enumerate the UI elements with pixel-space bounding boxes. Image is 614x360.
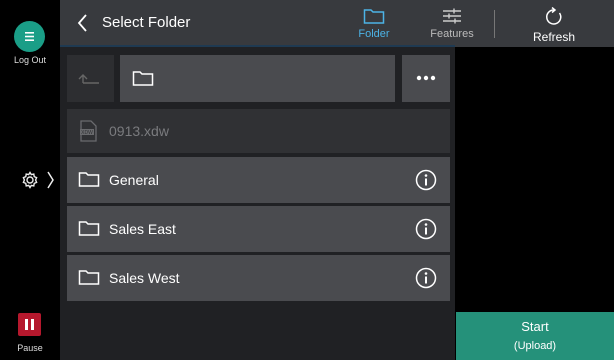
folder-row-sales-east[interactable]: Sales East	[67, 206, 450, 252]
info-icon[interactable]	[415, 267, 437, 289]
logout-button[interactable]	[14, 21, 45, 52]
folder-row-sales-west[interactable]: Sales West	[67, 255, 450, 301]
header-divider	[494, 10, 495, 38]
menu-icon	[25, 32, 34, 41]
tab-features[interactable]: Features	[426, 0, 478, 47]
tab-features-label: Features	[430, 28, 474, 40]
file-name: 0913.xdw	[109, 123, 169, 139]
start-sub-label: (Upload)	[513, 340, 557, 352]
info-icon[interactable]	[415, 169, 437, 191]
up-level-button[interactable]	[67, 55, 114, 102]
more-icon	[416, 75, 436, 81]
tab-folder[interactable]: Folder	[351, 0, 397, 47]
refresh-button[interactable]: Refresh	[525, 0, 583, 47]
pause-label: Pause	[17, 343, 43, 353]
folder-name: Sales East	[109, 221, 176, 237]
start-label: Start	[521, 319, 549, 334]
info-icon[interactable]	[415, 218, 437, 240]
gear-icon	[22, 171, 38, 189]
back-button[interactable]	[76, 12, 90, 39]
logout-label: Log Out	[13, 55, 47, 65]
more-options-button[interactable]	[402, 55, 450, 102]
header-bar: Select Folder Folder Features Refresh	[60, 0, 614, 47]
chevron-left-icon	[77, 14, 87, 32]
sliders-icon	[443, 8, 461, 24]
page-title: Select Folder	[102, 14, 191, 31]
system-sidebar: Log Out Pause	[0, 0, 60, 360]
chevron-right-icon	[47, 171, 54, 189]
refresh-label: Refresh	[532, 30, 576, 44]
settings-button[interactable]	[20, 170, 56, 195]
svg-text:XDW: XDW	[81, 130, 93, 136]
pause-icon	[25, 319, 34, 330]
start-button[interactable]: Start (Upload)	[456, 312, 614, 360]
folder-icon	[363, 9, 385, 24]
folder-name: Sales West	[109, 270, 180, 286]
refresh-icon	[546, 7, 562, 25]
folder-icon	[78, 172, 100, 187]
xdw-file-icon: XDW	[80, 120, 97, 142]
folder-icon	[78, 270, 100, 285]
up-arrow-icon	[78, 74, 99, 84]
folder-icon	[78, 221, 100, 236]
file-row: XDW 0913.xdw	[67, 109, 450, 153]
pause-button[interactable]	[18, 313, 41, 336]
folder-name: General	[109, 172, 159, 188]
current-path	[120, 55, 395, 102]
folder-row-general[interactable]: General	[67, 157, 450, 203]
tab-folder-label: Folder	[358, 28, 390, 40]
folder-icon	[132, 71, 154, 86]
